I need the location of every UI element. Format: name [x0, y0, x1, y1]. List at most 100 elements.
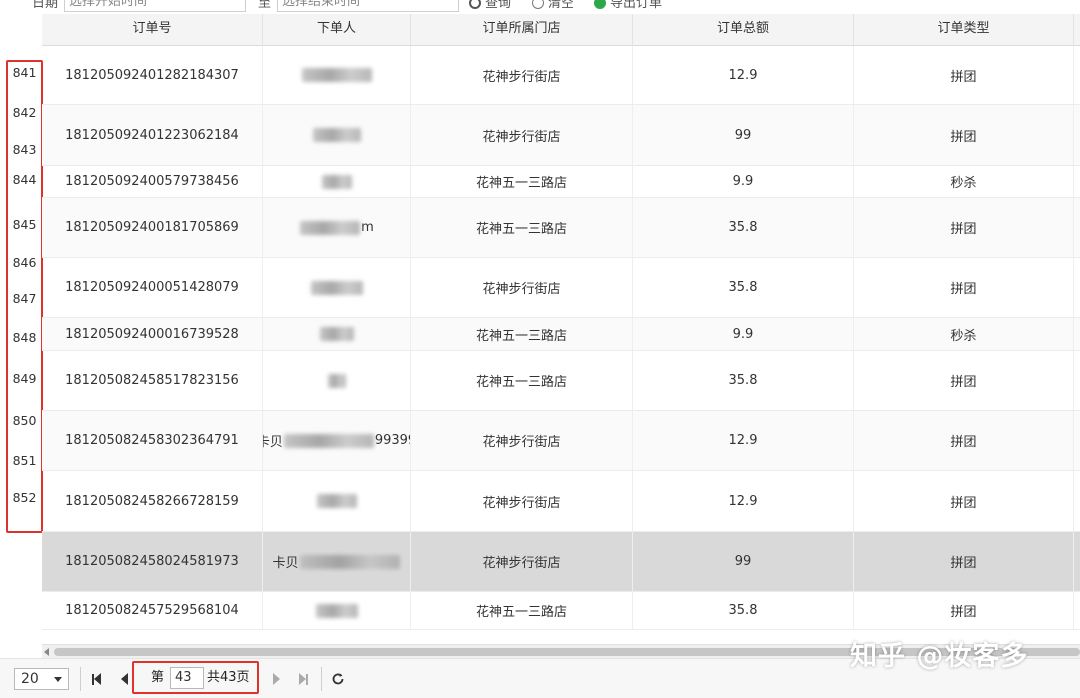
cell-customer — [263, 46, 411, 104]
customer-name — [301, 68, 373, 82]
cell-type: 拼团 — [854, 105, 1074, 165]
clear-button[interactable]: 清空 — [532, 0, 574, 14]
table-row[interactable]: 181205092400051428079 花神步行街店 35.8 拼团 — [42, 258, 1080, 318]
to-label: 至 — [258, 0, 272, 11]
prev-page-button[interactable] — [114, 669, 134, 689]
cell-order-no: 181205092400051428079 — [42, 258, 263, 317]
cell-store: 花神步行街店 — [411, 411, 633, 470]
cell-customer: m — [263, 198, 411, 257]
table-row[interactable]: 181205092401282184307 花神步行街店 12.9 拼团 — [42, 46, 1080, 105]
col-header-total[interactable]: 订单总额 — [633, 14, 854, 46]
table-row[interactable]: 181205092400181705869 m 花神五一三路店 35.8 拼团 — [42, 198, 1080, 258]
redacted-name — [319, 327, 354, 341]
customer-name: 卡贝 — [272, 552, 400, 571]
cell-total: 35.8 — [633, 351, 854, 410]
cell-store: 花神步行街店 — [411, 532, 633, 591]
search-label: 查询 — [485, 0, 512, 11]
refresh-button[interactable] — [328, 669, 348, 689]
refresh-icon — [332, 673, 344, 685]
orders-grid: 订单号 下单人 订单所属门店 订单总额 订单类型 181205092401282… — [42, 14, 1080, 644]
table-row[interactable]: 181205092400016739528 花神五一三路店 9.9 秒杀 — [42, 318, 1080, 351]
cell-order-no: 181205082458517823156 — [42, 351, 263, 410]
page-size-value: 20 — [21, 671, 39, 687]
cell-type: 秒杀 — [854, 166, 1074, 197]
cell-order-no: 181205082458302364791 — [42, 411, 263, 470]
table-row[interactable]: 181205092401223062184 花神步行街店 99 拼团 — [42, 105, 1080, 166]
export-icon — [594, 0, 606, 9]
clear-label: 清空 — [548, 0, 575, 11]
redacted-name — [283, 433, 374, 448]
cell-order-no: 181205082457529568104 — [42, 592, 263, 629]
row-number: 851 — [12, 453, 37, 468]
chevron-down-icon — [54, 677, 62, 682]
divider — [321, 667, 322, 691]
row-number: 847 — [12, 291, 37, 306]
customer-name-prefix: 卡贝 — [272, 556, 299, 571]
table-row[interactable]: 181205082458517823156 花神五一三路店 35.8 拼团 — [42, 351, 1080, 411]
redacted-name — [327, 373, 346, 388]
cell-total: 35.8 — [633, 258, 854, 317]
customer-name — [315, 603, 359, 618]
table-row[interactable]: 181205082458024581973 卡贝 花神步行街店 99 拼团 — [42, 532, 1080, 592]
scroll-left-icon[interactable] — [44, 648, 49, 656]
next-page-button[interactable] — [266, 669, 286, 689]
cell-type: 拼团 — [854, 532, 1074, 591]
row-number: 850 — [12, 413, 37, 428]
redacted-name — [316, 494, 357, 508]
first-page-button[interactable] — [86, 669, 106, 689]
cell-customer: 卡贝 — [263, 532, 411, 591]
last-page-button[interactable] — [293, 669, 313, 689]
cell-store: 花神步行街店 — [411, 471, 633, 531]
page-size-select[interactable]: 20 — [14, 668, 69, 690]
table-row[interactable]: 181205092400579738456 花神五一三路店 9.9 秒杀 — [42, 166, 1080, 198]
search-button[interactable]: 查询 — [469, 0, 511, 14]
row-number: 852 — [12, 490, 37, 505]
row-number: 848 — [12, 330, 37, 345]
page-prefix-label: 第 — [151, 670, 165, 685]
customer-name — [319, 327, 355, 341]
col-header-store[interactable]: 订单所属门店 — [411, 14, 633, 46]
customer-name: 卡贝 99399 — [263, 431, 410, 450]
col-header-type[interactable]: 订单类型 — [854, 14, 1074, 46]
col-header-order-no[interactable]: 订单号 — [42, 14, 263, 46]
cell-store: 花神五一三路店 — [411, 592, 633, 629]
row-number: 844 — [12, 172, 37, 187]
customer-name — [316, 494, 358, 508]
cell-customer — [263, 166, 411, 197]
redacted-name — [310, 280, 363, 295]
current-page-input[interactable]: 43 — [170, 667, 204, 689]
end-date-input[interactable]: 选择结束时间 — [277, 0, 459, 12]
first-page-icon — [91, 673, 101, 685]
cell-type: 拼团 — [854, 46, 1074, 104]
export-label: 导出订单 — [610, 0, 663, 11]
table-row[interactable]: 181205082457529568104 花神五一三路店 35.8 拼团 — [42, 592, 1080, 630]
cell-type: 拼团 — [854, 351, 1074, 410]
table-row[interactable]: 181205082458302364791卡贝 99399花神步行街店12.9拼团 — [42, 411, 1080, 471]
row-number: 842 — [12, 105, 37, 120]
cell-customer — [263, 105, 411, 165]
redacted-name — [312, 128, 361, 142]
cell-store: 花神五一三路店 — [411, 198, 633, 257]
redacted-name — [301, 68, 372, 82]
prev-page-icon — [120, 673, 128, 685]
col-header-customer[interactable]: 下单人 — [263, 14, 411, 46]
start-date-input[interactable]: 选择开始时间 — [64, 0, 246, 12]
cell-total: 35.8 — [633, 198, 854, 257]
cell-type: 秒杀 — [854, 318, 1074, 350]
cell-order-no: 181205082458024581973 — [42, 532, 263, 591]
date-label: 日期 — [32, 0, 59, 11]
row-number: 841 — [12, 65, 37, 80]
cell-type: 拼团 — [854, 198, 1074, 257]
cell-customer — [263, 471, 411, 531]
row-number: 846 — [12, 255, 37, 270]
redacted-name — [299, 554, 400, 569]
cell-store: 花神五一三路店 — [411, 166, 633, 197]
customer-name-suffix: 99399 — [374, 433, 410, 448]
cell-total: 35.8 — [633, 592, 854, 629]
export-button[interactable]: 导出订单 — [594, 0, 662, 14]
customer-name-suffix: m — [361, 220, 374, 235]
cell-order-no: 181205092400016739528 — [42, 318, 263, 350]
divider — [80, 667, 81, 691]
table-row[interactable]: 181205082458266728159 花神步行街店 12.9 拼团 — [42, 471, 1080, 532]
cell-total: 12.9 — [633, 46, 854, 104]
